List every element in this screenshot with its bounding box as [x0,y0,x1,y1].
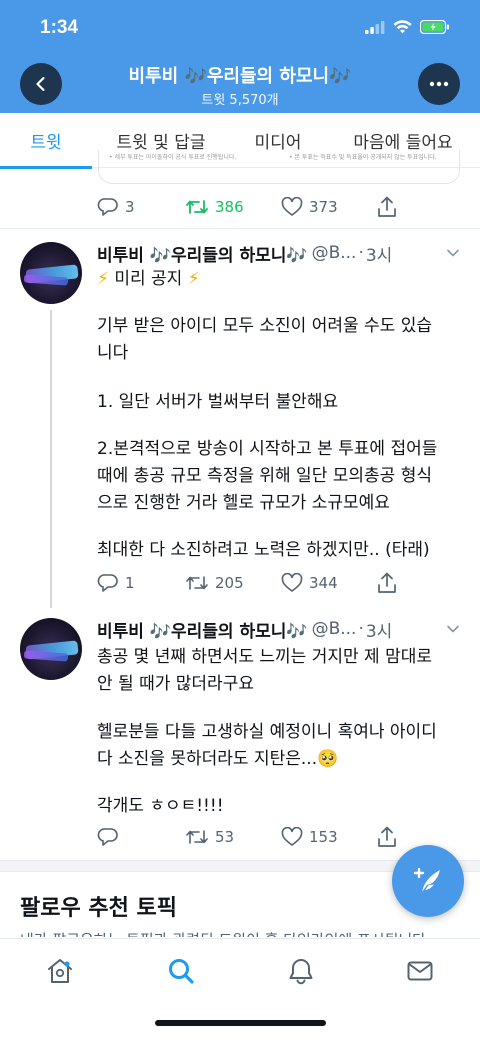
share-button[interactable] [377,826,397,848]
share-icon [378,196,396,217]
more-icon [429,81,449,87]
retweet-count: 386 [215,198,244,216]
tweet-text-line: 최대한 다 소진하려고 노력은 하겠지만.. (타래) [97,540,430,560]
chevron-down-icon[interactable] [445,245,461,261]
retweet-icon [186,830,208,844]
tab-active-indicator [0,166,92,169]
retweet-icon [186,576,208,590]
retweet-count: 205 [215,574,244,592]
thread-line [50,310,52,608]
heart-icon [281,573,303,592]
tweet-text-line: 기부 받은 아이디 모두 소진이 어려울 수도 있습 니다 [97,316,432,363]
tab-tweets[interactable]: 트윗 [0,113,92,169]
retweet-count: 53 [215,828,235,846]
section-subtitle: 내가 팔로우하는 토픽과 관련된 트윗이 홈 타임라인에 표시됩니다 [20,925,460,937]
like-count: 153 [309,828,338,846]
like-button[interactable]: 373 [281,197,377,217]
nav-messages[interactable] [398,949,442,993]
share-button[interactable] [377,572,397,594]
reply-count: 3 [125,198,135,216]
tab-label: 트윗 [30,133,62,153]
separator-dot: · [358,243,364,263]
reply-button[interactable]: 1 [97,573,185,593]
author-name[interactable]: 비투비 🎶우리들의 하모니🎶 [97,241,308,266]
reply-icon [97,574,118,592]
heart-icon [281,197,303,216]
retweet-icon [186,200,208,214]
status-icons [365,20,450,34]
tweet-text-line: 2.본격적으로 방송이 시작하고 본 투표에 접어들 때에 총공 규모 측정을 … [97,439,438,513]
tweet-time: 3시 [365,245,393,266]
like-button[interactable]: 153 [281,827,377,847]
retweet-button[interactable]: 53 [185,827,281,847]
nav-notifications[interactable] [279,949,323,993]
section-title: 팔로우 추천 토픽 [20,896,177,921]
nav-home[interactable] [38,949,82,993]
avatar-art [23,650,69,662]
home-indicator [155,1020,326,1026]
more-button[interactable] [418,63,460,105]
card-text: • 세부 투표는 아이돌하이 공식 투표로 진행됩니다. [109,154,237,161]
reply-button[interactable]: 3 [97,197,185,217]
tweet-count: 트윗 5,570개 [201,93,279,108]
chevron-down-icon[interactable] [445,621,461,637]
avatar[interactable] [20,242,82,304]
author-handle: @B... [311,243,357,263]
tweet-text-line: 각개도 ㅎㅇㅌ!!!! [97,796,224,816]
status-bar: 1:34 [0,0,480,56]
wifi-icon [393,20,412,34]
heart-icon [281,827,303,846]
tweet-text-line: ⚡ 미리 공지 ⚡ [97,269,200,289]
lightning-emoji: ⚡ [187,269,200,289]
status-time: 1:34 [40,17,79,38]
image-card-partial[interactable]: • 세부 투표는 아이돌하이 공식 투표로 진행됩니다. • 본 투표는 득표수… [98,150,460,184]
separator-dot: · [358,619,364,639]
avatar-art [23,274,69,286]
compose-tweet-button[interactable] [392,845,464,917]
like-count: 373 [309,198,338,216]
tweet-header: 비투비 🎶우리들의 하모니🎶 @B... · 3시 [97,617,467,642]
tweet-time: 3시 [365,621,393,642]
search-icon [169,959,194,984]
reply-button[interactable] [97,827,185,847]
like-count: 344 [309,574,338,592]
signal-icon [365,20,385,34]
tweet-actions: 3 386 373 [97,194,417,220]
back-button[interactable] [20,63,62,105]
notifications-icon [289,959,313,985]
avatar[interactable] [20,618,82,680]
tweet-actions: 53 153 [97,824,417,850]
reply-count: 1 [125,574,135,592]
nav-search[interactable] [159,949,203,993]
tweet-text-line: 총공 몇 년째 하면서도 느끼는 거지만 제 맘대로 안 될 때가 많더라구요 [97,647,432,694]
reply-icon [97,198,118,216]
tweet-actions: 1 205 344 [97,570,417,596]
author-name[interactable]: 비투비 🎶우리들의 하모니🎶 [97,617,308,642]
divider [0,228,480,229]
reply-icon [97,828,118,846]
page-title: 비투비 🎶우리들의 하모니🎶 [128,66,352,87]
tweet-text-line: 헬로분들 다들 고생하실 예정이니 혹여나 아이디 다 소진을 못하더라도 지탄… [97,722,437,769]
share-icon [378,826,396,847]
profile-header: 1:34 비투비 🎶우리들의 하모니� [0,0,480,113]
author-handle: @B... [311,619,357,639]
retweet-button[interactable]: 205 [185,573,281,593]
chevron-left-icon [36,76,45,92]
tweet-text-line: 1. 일단 서버가 벌써부터 불안해요 [97,392,339,412]
card-text: • 본 투표는 득표수 및 득표율이 공개되지 않는 투표입니다. [289,154,437,161]
retweet-button[interactable]: 386 [185,197,281,217]
share-icon [378,572,396,593]
compose-tweet-icon [413,867,440,894]
battery-icon [420,20,449,34]
tweet-header: 비투비 🎶우리들의 하모니🎶 @B... · 3시 [97,241,467,266]
home-icon [48,959,72,983]
lightning-emoji: ⚡ [97,269,109,289]
like-button[interactable]: 344 [281,573,377,593]
share-button[interactable] [377,196,397,218]
messages-icon [407,961,433,981]
